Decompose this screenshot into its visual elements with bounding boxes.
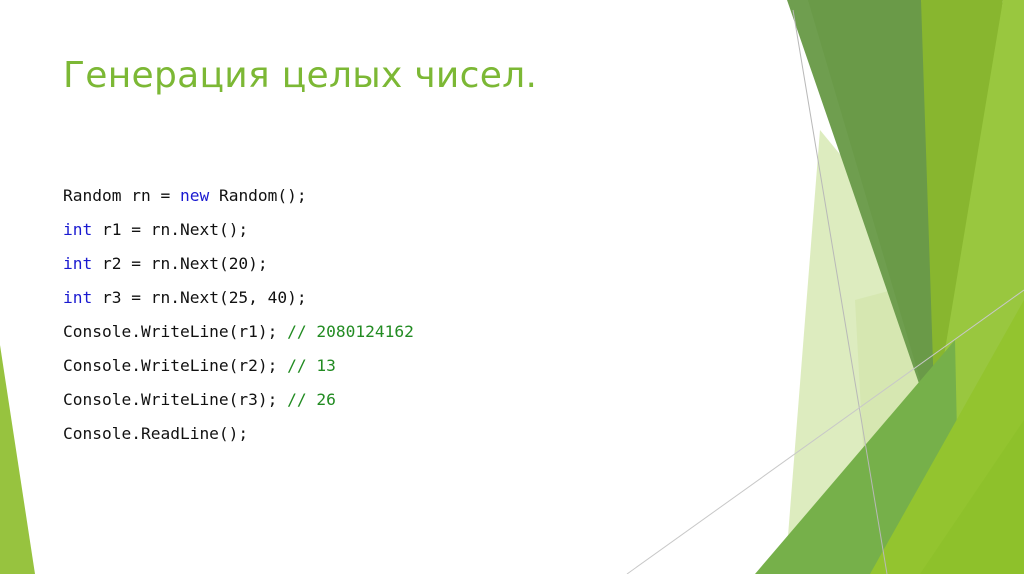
code-text: Random rn = <box>63 186 180 205</box>
code-keyword: int <box>63 288 93 307</box>
slide-title: Генерация целых чисел. <box>63 55 538 96</box>
code-block: Random rn = new Random(); int r1 = rn.Nex… <box>63 182 414 454</box>
code-text: r1 = rn.Next(); <box>92 220 249 239</box>
code-text: r2 = rn.Next(20); <box>92 254 268 273</box>
code-line: Console.WriteLine(r2); // 13 <box>63 352 414 386</box>
code-line: Console.WriteLine(r1); // 2080124162 <box>63 318 414 352</box>
code-line: int r2 = rn.Next(20); <box>63 250 414 284</box>
code-text: Console.WriteLine(r1); <box>63 322 288 341</box>
code-line: int r1 = rn.Next(); <box>63 216 414 250</box>
left-accent-triangle <box>0 345 35 574</box>
code-comment: // 2080124162 <box>287 322 414 341</box>
code-line: Random rn = new Random(); <box>63 182 414 216</box>
code-line: int r3 = rn.Next(25, 40); <box>63 284 414 318</box>
code-comment: // 13 <box>287 356 336 375</box>
code-keyword: int <box>63 220 93 239</box>
code-keyword: new <box>179 186 210 205</box>
code-text: Console.ReadLine(); <box>63 424 249 443</box>
code-keyword: int <box>63 254 93 273</box>
slide: Генерация целых чисел. Random rn = new R… <box>0 0 1024 574</box>
code-text: Console.WriteLine(r2); <box>63 356 288 375</box>
code-text: Console.WriteLine(r3); <box>63 390 288 409</box>
code-comment: // 26 <box>287 390 336 409</box>
code-line: Console.WriteLine(r3); // 26 <box>63 386 414 420</box>
code-text: r3 = rn.Next(25, 40); <box>92 288 307 307</box>
code-text: Random(); <box>209 186 307 205</box>
code-line: Console.ReadLine(); <box>63 420 414 454</box>
